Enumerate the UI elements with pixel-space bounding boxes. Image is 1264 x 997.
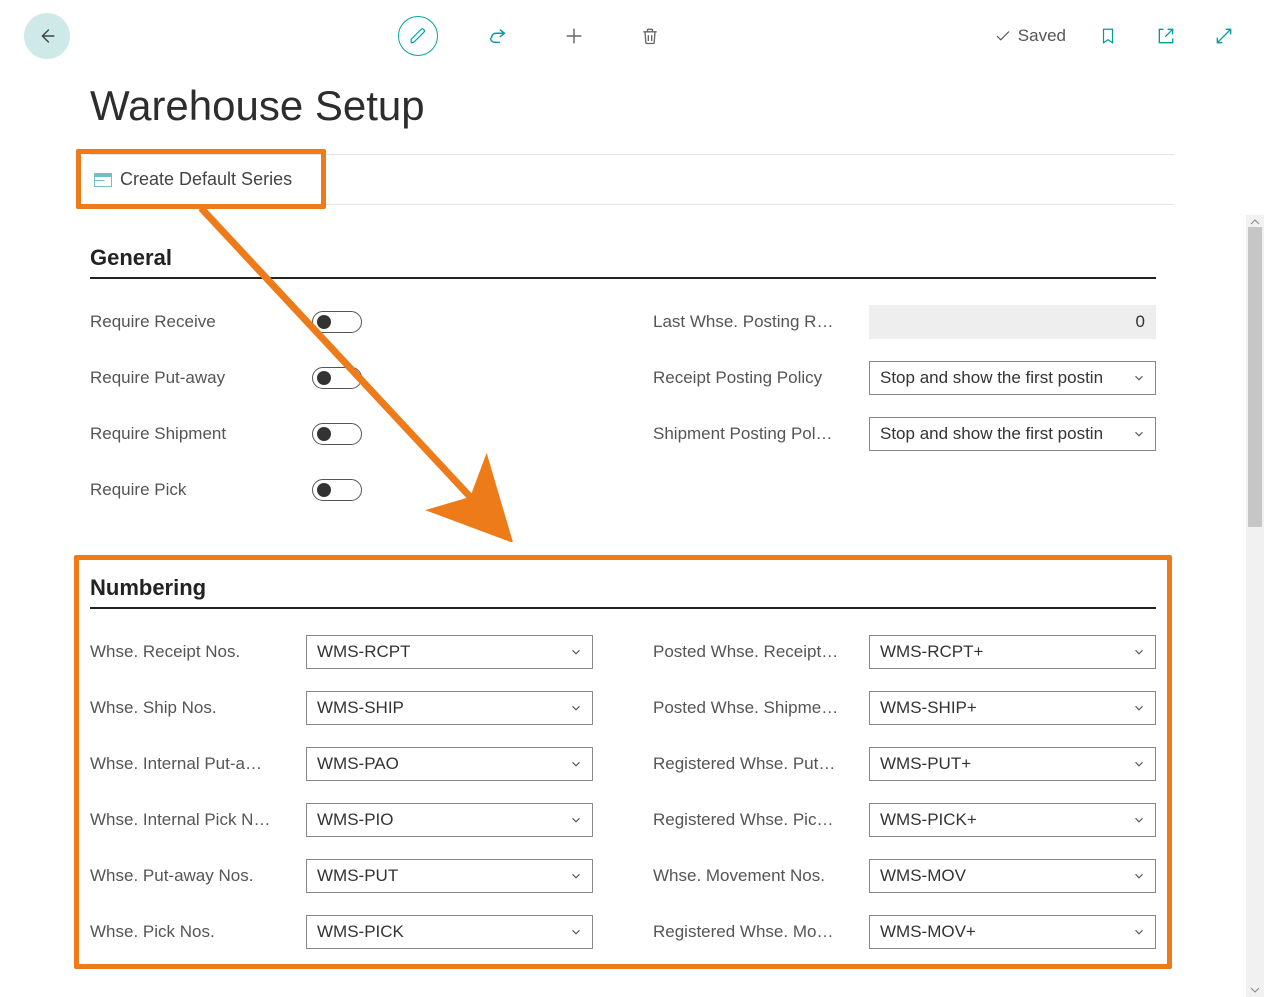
numbering-label: Posted Whse. Shipme… — [653, 698, 869, 718]
select-shipment-policy[interactable]: Stop and show the first postin — [869, 417, 1156, 451]
chevron-down-icon — [1129, 866, 1149, 886]
numbering-select[interactable]: WMS-PUT+ — [869, 747, 1156, 781]
numbering-select[interactable]: WMS-SHIP+ — [869, 691, 1156, 725]
scrollbar-thumb[interactable] — [1248, 227, 1262, 527]
page-title: Warehouse Setup — [90, 82, 1264, 130]
bookmark-button[interactable] — [1092, 20, 1124, 52]
numbering-label: Registered Whse. Pic… — [653, 810, 869, 830]
trash-icon — [640, 25, 660, 47]
series-icon — [94, 173, 112, 187]
toggle-require-putaway[interactable] — [312, 367, 362, 389]
chevron-down-icon — [566, 810, 586, 830]
numbering-select[interactable]: WMS-PICK — [306, 915, 593, 949]
section-title-numbering: Numbering — [90, 569, 1156, 609]
chevron-down-icon — [1129, 810, 1149, 830]
chevron-down-icon — [1129, 424, 1149, 444]
create-default-series-label: Create Default Series — [120, 169, 292, 190]
expand-icon — [1214, 26, 1234, 46]
chevron-down-icon — [1129, 698, 1149, 718]
numbering-label: Whse. Receipt Nos. — [90, 642, 306, 662]
label-receipt-policy: Receipt Posting Policy — [653, 368, 869, 388]
action-bar: Create Default Series — [90, 154, 1174, 205]
label-require-receive: Require Receive — [90, 312, 306, 332]
create-default-series-button[interactable]: Create Default Series — [90, 165, 296, 194]
chevron-down-icon — [566, 754, 586, 774]
numbering-label: Posted Whse. Receipt… — [653, 642, 869, 662]
label-require-putaway: Require Put-away — [90, 368, 306, 388]
topbar: Saved — [0, 0, 1264, 72]
chevron-down-icon — [1129, 368, 1149, 388]
pencil-icon — [409, 27, 427, 45]
popout-icon — [1156, 26, 1176, 46]
scroll-down-icon — [1246, 983, 1264, 997]
numbering-select[interactable]: WMS-MOV — [869, 859, 1156, 893]
vertical-scrollbar[interactable] — [1246, 215, 1264, 997]
toggle-require-pick[interactable] — [312, 479, 362, 501]
arrow-left-icon — [36, 25, 58, 47]
chevron-down-icon — [1129, 754, 1149, 774]
numbering-select[interactable]: WMS-MOV+ — [869, 915, 1156, 949]
numbering-label: Registered Whse. Put… — [653, 754, 869, 774]
numbering-label: Whse. Pick Nos. — [90, 922, 306, 942]
popout-button[interactable] — [1150, 20, 1182, 52]
numbering-label: Registered Whse. Mo… — [653, 922, 869, 942]
plus-icon — [563, 25, 585, 47]
section-numbering: Numbering Whse. Receipt Nos.WMS-RCPT Whse… — [90, 569, 1156, 971]
edit-button[interactable] — [398, 16, 438, 56]
section-title-general: General — [90, 239, 1156, 279]
share-button[interactable] — [482, 20, 514, 52]
new-button[interactable] — [558, 20, 590, 52]
numbering-label: Whse. Put-away Nos. — [90, 866, 306, 886]
delete-button[interactable] — [634, 20, 666, 52]
chevron-down-icon — [1129, 642, 1149, 662]
saved-label: Saved — [1018, 26, 1066, 46]
label-shipment-policy: Shipment Posting Pol… — [653, 424, 869, 444]
numbering-select[interactable]: WMS-SHIP — [306, 691, 593, 725]
chevron-down-icon — [566, 866, 586, 886]
label-last-posting: Last Whse. Posting R… — [653, 312, 869, 332]
chevron-down-icon — [566, 922, 586, 942]
label-require-shipment: Require Shipment — [90, 424, 306, 444]
toggle-require-receive[interactable] — [312, 311, 362, 333]
chevron-down-icon — [566, 698, 586, 718]
back-button[interactable] — [24, 13, 70, 59]
numbering-select[interactable]: WMS-RCPT — [306, 635, 593, 669]
chevron-down-icon — [1129, 922, 1149, 942]
select-receipt-policy[interactable]: Stop and show the first postin — [869, 361, 1156, 395]
bookmark-icon — [1099, 25, 1117, 47]
numbering-label: Whse. Internal Pick N… — [90, 810, 306, 830]
share-icon — [487, 25, 509, 47]
expand-button[interactable] — [1208, 20, 1240, 52]
numbering-select[interactable]: WMS-RCPT+ — [869, 635, 1156, 669]
saved-indicator: Saved — [994, 26, 1066, 46]
toggle-require-shipment[interactable] — [312, 423, 362, 445]
numbering-label: Whse. Ship Nos. — [90, 698, 306, 718]
input-last-posting: 0 — [869, 305, 1156, 339]
chevron-down-icon — [566, 642, 586, 662]
numbering-select[interactable]: WMS-PAO — [306, 747, 593, 781]
check-icon — [994, 27, 1012, 45]
numbering-label: Whse. Internal Put-a… — [90, 754, 306, 774]
numbering-label: Whse. Movement Nos. — [653, 866, 869, 886]
numbering-select[interactable]: WMS-PUT — [306, 859, 593, 893]
content-area: General Require Receive Require Put-away… — [0, 215, 1246, 997]
section-general: General Require Receive Require Put-away… — [90, 239, 1156, 529]
numbering-select[interactable]: WMS-PICK+ — [869, 803, 1156, 837]
numbering-select[interactable]: WMS-PIO — [306, 803, 593, 837]
label-require-pick: Require Pick — [90, 480, 306, 500]
